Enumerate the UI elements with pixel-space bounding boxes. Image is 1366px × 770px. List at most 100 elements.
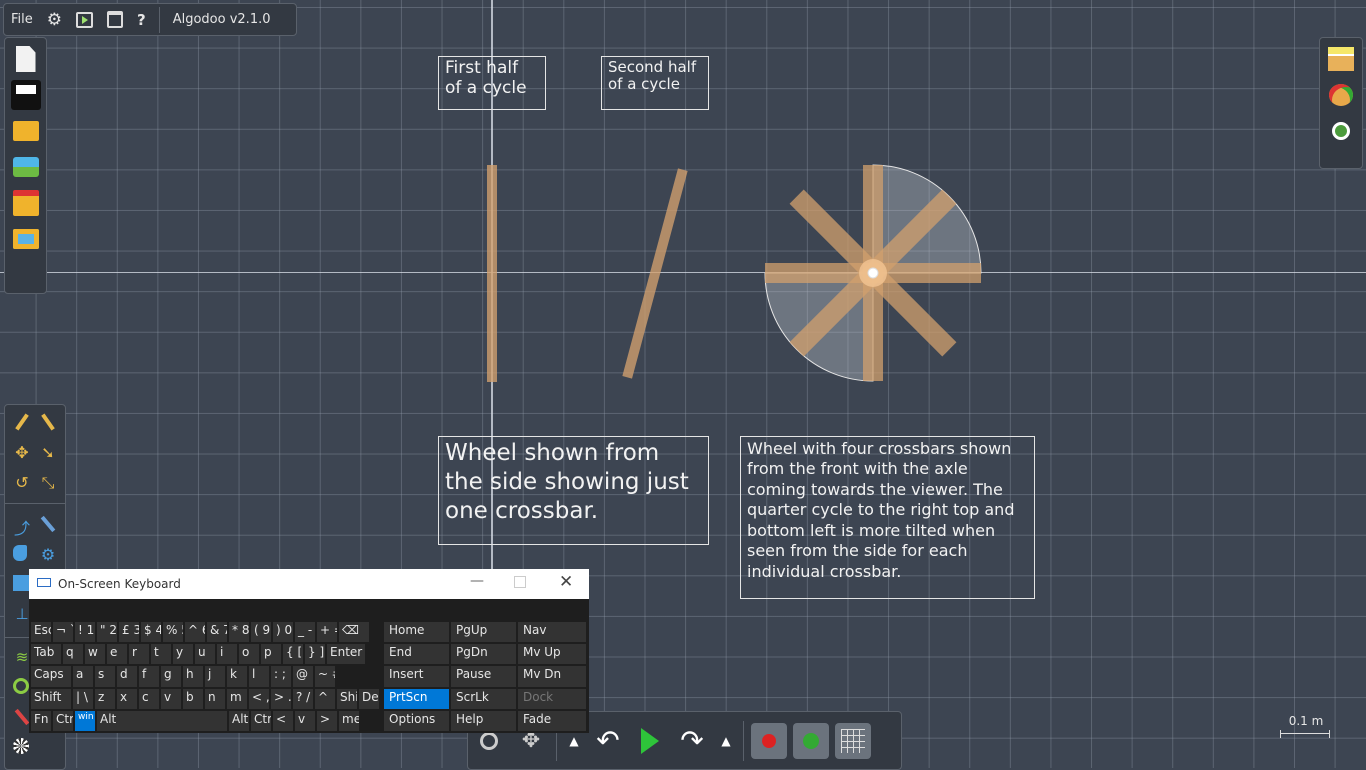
play-mode-button[interactable] <box>69 4 100 35</box>
osk-nav-key[interactable]: PrtScn <box>384 688 449 709</box>
osk-key[interactable]: menu <box>339 710 359 731</box>
phunlets-button[interactable] <box>11 188 41 218</box>
osk-key[interactable]: Ctr <box>251 710 271 731</box>
osk-nav-key[interactable]: Nav <box>518 622 586 643</box>
osk-key[interactable]: w <box>85 644 105 665</box>
osk-nav-key[interactable]: Mv Up <box>518 644 586 665</box>
background-button[interactable] <box>1326 44 1356 74</box>
drag-tool[interactable]: ➘ <box>39 443 57 462</box>
osk-key[interactable]: g <box>161 666 181 687</box>
osk-key[interactable]: win <box>75 710 95 731</box>
osk-key[interactable]: | \ <box>73 688 93 709</box>
osk-key[interactable]: l <box>249 666 269 687</box>
osk-key[interactable]: s <box>95 666 115 687</box>
osk-key[interactable]: & 7 <box>207 622 227 643</box>
osk-key[interactable]: ^ 6 <box>185 622 205 643</box>
osk-key[interactable]: v <box>161 688 181 709</box>
osk-key[interactable]: a <box>73 666 93 687</box>
scene-panel-button[interactable] <box>10 80 41 110</box>
osk-key[interactable]: ⌫ <box>339 622 369 643</box>
osk-key[interactable]: < <box>273 710 293 731</box>
undo-button[interactable]: ↶ <box>590 723 626 759</box>
osk-key[interactable]: * 8 <box>229 622 249 643</box>
file-menu[interactable]: File <box>4 4 40 35</box>
osk-key[interactable]: { [ <box>283 644 303 665</box>
osk-nav-key[interactable]: Mv Dn <box>518 666 586 687</box>
osk-key[interactable]: > <box>317 710 337 731</box>
osk-key[interactable]: o <box>239 644 259 665</box>
osk-key[interactable]: e <box>107 644 127 665</box>
osk-key[interactable]: Del <box>359 688 379 709</box>
window-button[interactable] <box>100 4 130 35</box>
osk-key[interactable]: ~ # <box>315 666 335 687</box>
rotate-tool[interactable]: ↺ <box>13 473 31 492</box>
osk-key[interactable]: q <box>63 644 83 665</box>
redo-menu-button[interactable]: ▲ <box>716 723 736 759</box>
osk-nav-key[interactable]: PgDn <box>451 644 516 665</box>
osk-key[interactable]: ¬ ` <box>53 622 73 643</box>
osk-key[interactable]: @ ' <box>293 666 313 687</box>
move-tool[interactable]: ✥ <box>13 443 31 462</box>
osk-key[interactable]: r <box>129 644 149 665</box>
osk-key[interactable]: v <box>295 710 315 731</box>
osk-key[interactable]: u <box>195 644 215 665</box>
osk-key[interactable]: h <box>183 666 203 687</box>
osk-key[interactable]: ! 1 <box>75 622 95 643</box>
label-first-half[interactable]: First half of a cycle <box>438 56 546 110</box>
osk-key[interactable]: d <box>117 666 137 687</box>
label-side-view[interactable]: Wheel shown from the side showing just o… <box>438 436 709 545</box>
osk-key[interactable]: Caps <box>31 666 71 687</box>
osk-key[interactable]: j <box>205 666 225 687</box>
osk-key[interactable]: Ctr <box>53 710 73 731</box>
cut-tool[interactable] <box>39 413 57 431</box>
minimize-button[interactable]: — <box>470 573 484 589</box>
new-scene-button[interactable] <box>11 44 41 74</box>
osk-key[interactable]: f <box>139 666 159 687</box>
osk-nav-key[interactable]: Fade <box>518 710 586 731</box>
osk-key[interactable]: Shift <box>31 688 71 709</box>
osk-key[interactable]: % 5 <box>163 622 183 643</box>
osk-nav-key[interactable]: Home <box>384 622 449 643</box>
settings-button[interactable]: ⚙ <box>40 4 69 35</box>
osk-key[interactable]: : ; <box>271 666 291 687</box>
osk-key[interactable]: y <box>173 644 193 665</box>
osk-nav-key[interactable]: ScrLk <box>451 688 516 709</box>
grid-toggle[interactable] <box>835 722 871 759</box>
open-button[interactable] <box>11 116 41 146</box>
osk-key[interactable]: " 2 <box>97 622 117 643</box>
maximize-button[interactable] <box>514 576 526 588</box>
osk-nav-key[interactable]: End <box>384 644 449 665</box>
osk-key[interactable]: p <box>261 644 281 665</box>
gravity-toggle[interactable] <box>751 722 787 759</box>
web-scenes-button[interactable] <box>11 152 41 182</box>
osk-key[interactable]: + = <box>317 622 337 643</box>
osk-key[interactable]: Alt <box>229 710 249 731</box>
wheel-front-view[interactable] <box>760 160 990 390</box>
label-second-half[interactable]: Second half of a cycle <box>601 56 709 110</box>
osk-title-bar[interactable]: On-Screen Keyboard — ✕ <box>29 569 589 599</box>
osk-nav-key[interactable]: Help <box>451 710 516 731</box>
osk-key[interactable]: m <box>227 688 247 709</box>
osk-key[interactable]: c <box>139 688 159 709</box>
osk-key[interactable]: > . <box>271 688 291 709</box>
osk-key[interactable]: z <box>95 688 115 709</box>
osk-nav-key[interactable]: Pause <box>451 666 516 687</box>
redo-button[interactable]: ↷ <box>674 723 710 759</box>
help-button[interactable]: ? <box>130 4 153 35</box>
scale-tool[interactable]: ⤡ <box>39 473 57 492</box>
osk-key[interactable]: Enter <box>327 644 365 665</box>
osk-key[interactable]: _ - <box>295 622 315 643</box>
osk-key[interactable]: x <box>117 688 137 709</box>
label-front-view[interactable]: Wheel with four crossbars shown from the… <box>740 436 1035 599</box>
tracer-tool[interactable] <box>13 738 31 756</box>
knife-tool[interactable] <box>39 515 57 533</box>
close-button[interactable]: ✕ <box>559 572 573 592</box>
osk-key[interactable]: n <box>205 688 225 709</box>
osk-key[interactable]: Alt <box>97 710 227 731</box>
air-friction-toggle[interactable] <box>793 722 829 759</box>
brush-tool[interactable] <box>13 545 31 563</box>
osk-nav-key[interactable]: Insert <box>384 666 449 687</box>
osk-key[interactable]: Esc <box>31 622 51 643</box>
osk-nav-key[interactable]: Dock <box>518 688 586 709</box>
osk-key[interactable]: k <box>227 666 247 687</box>
